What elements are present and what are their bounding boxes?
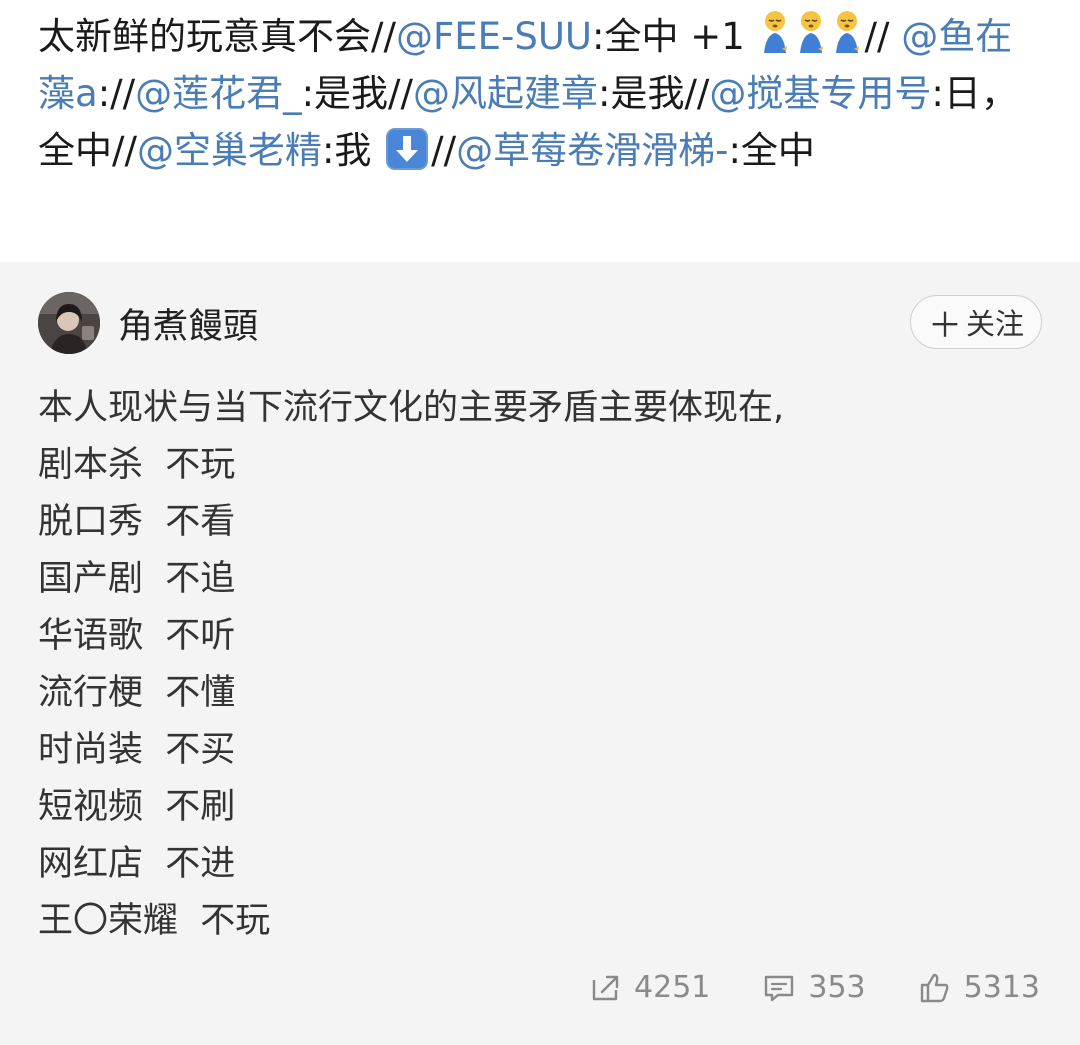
repost-text: //	[864, 15, 890, 58]
comment-icon	[765, 975, 794, 1001]
follow-label: 关注	[965, 307, 1024, 341]
post-author[interactable]: 角煮饅頭	[38, 292, 258, 354]
mention-link[interactable]: @空巢老精	[137, 129, 322, 172]
repost-comment: 太新鲜的玩意真不会//@FEE-SUU:全中 +1 // @鱼在藻a://@莲花…	[0, 0, 1080, 252]
avatar-photo-icon	[38, 292, 100, 354]
repost-text: :是我//	[598, 72, 710, 115]
share-icon	[592, 975, 619, 1000]
thumbs-up-icon	[920, 973, 949, 1002]
like-button[interactable]: 5313	[918, 970, 1040, 1005]
post-line: 本人现状与当下流行文化的主要矛盾主要体现在,	[38, 388, 785, 428]
sleepy-person-emoji-icon	[763, 11, 787, 53]
like-count: 5313	[963, 970, 1040, 1005]
sleepy-person-emoji-icon	[835, 11, 859, 53]
plus-icon: ＋	[927, 305, 962, 346]
post-line: 剧本杀 不玩	[38, 445, 236, 485]
repost-text: :我	[321, 129, 372, 172]
author-name[interactable]: 角煮饅頭	[118, 298, 258, 349]
post-line: 时尚装 不买	[38, 730, 236, 770]
post-line: 王〇荣耀 不玩	[38, 901, 271, 941]
avatar[interactable]	[38, 292, 100, 354]
mention-link[interactable]: @搅基专用号	[709, 72, 931, 115]
repost-text: 太新鲜的玩意真不会//	[38, 15, 396, 58]
follow-button[interactable]: ＋ 关注	[910, 295, 1042, 349]
post-line: 国产剧 不追	[38, 559, 236, 599]
share-count: 4251	[634, 970, 711, 1005]
sleepy-person-emoji-icon	[799, 11, 823, 53]
share-button[interactable]: 4251	[588, 970, 710, 1005]
repost-text: //	[431, 129, 457, 172]
post-line: 华语歌 不听	[38, 616, 236, 656]
post-body: 本人现状与当下流行文化的主要矛盾主要体现在, 剧本杀 不玩 脱口秀 不看 国产剧…	[38, 380, 784, 950]
comment-button[interactable]: 353	[762, 970, 866, 1005]
comment-count: 353	[808, 970, 866, 1005]
mention-link[interactable]: @莲花君_	[135, 72, 302, 115]
repost-text: :全中	[728, 129, 815, 172]
post-line: 网红店 不进	[38, 844, 236, 884]
post-line: 流行梗 不懂	[38, 673, 236, 713]
mention-link[interactable]: @风起建章	[413, 72, 598, 115]
original-post-card[interactable]: 角煮饅頭 ＋ 关注 本人现状与当下流行文化的主要矛盾主要体现在, 剧本杀 不玩 …	[0, 262, 1080, 1045]
down-arrow-emoji-icon	[386, 128, 429, 170]
post-line: 短视频 不刷	[38, 787, 236, 827]
repost-text: ://	[97, 72, 136, 115]
mention-link[interactable]: @草莓卷滑滑梯-	[456, 129, 728, 172]
post-line: 脱口秀 不看	[38, 502, 236, 542]
repost-text: :是我//	[301, 72, 413, 115]
repost-text: :全中 +1	[591, 15, 745, 58]
mention-link[interactable]: @FEE-SUU	[396, 15, 592, 58]
action-bar: 4251 353 5313	[588, 970, 1040, 1005]
